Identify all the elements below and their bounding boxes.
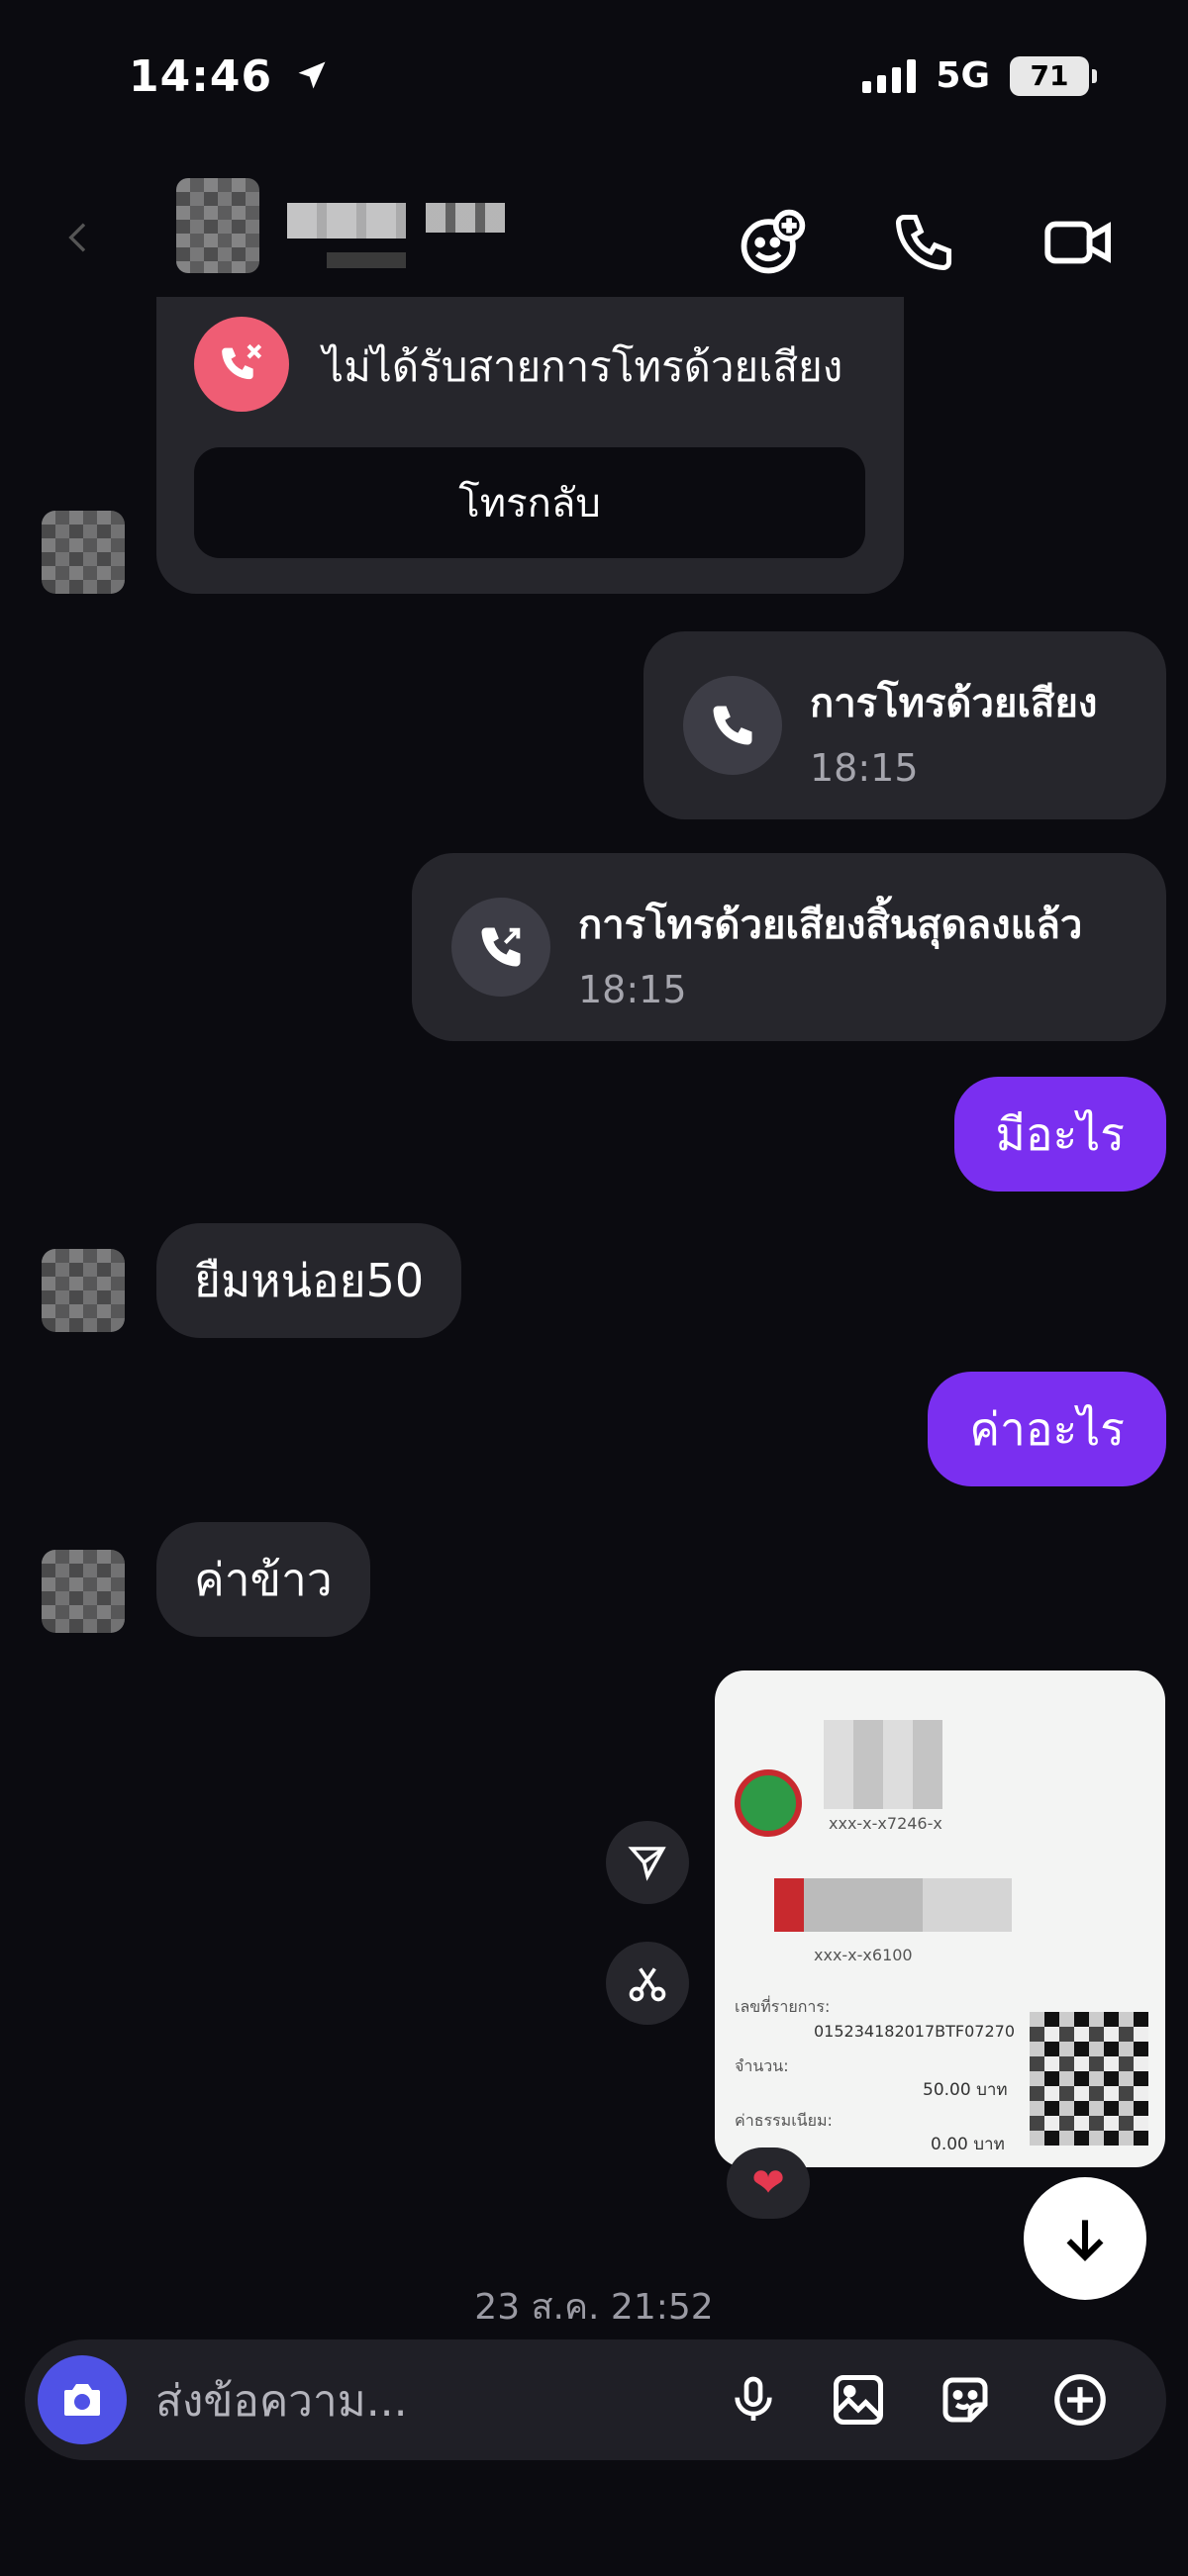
outgoing-message[interactable]: ค่าอะไร — [928, 1372, 1166, 1486]
ref-label: เลขที่รายการ: — [735, 1997, 831, 2016]
sender-avatar[interactable] — [42, 511, 125, 594]
microphone-button[interactable] — [711, 2357, 796, 2442]
outgoing-message[interactable]: มีอะไร — [953, 1077, 1166, 1192]
contact-avatar[interactable] — [176, 178, 259, 273]
contact-name-redacted-2 — [426, 203, 505, 233]
camera-icon — [64, 2384, 100, 2416]
reaction-emoji: ❤ — [751, 2160, 785, 2206]
outgoing-call-icon — [481, 927, 521, 967]
remix-button[interactable] — [606, 1942, 689, 2025]
contact-status-redacted — [327, 252, 406, 268]
network-label: 5G — [936, 55, 990, 96]
battery-icon: 71 — [1010, 55, 1097, 96]
more-button[interactable] — [1038, 2357, 1123, 2442]
add-person-button[interactable] — [733, 203, 812, 282]
missed-call-title: ไม่ได้รับสายการโทรด้วยเสียง — [323, 342, 843, 391]
gallery-button[interactable] — [816, 2357, 901, 2442]
call-back-button[interactable]: โทรกลับ — [194, 447, 865, 558]
message-text: ค่าอะไร — [969, 1401, 1125, 1456]
sticker-icon — [942, 2377, 988, 2423]
ref-value: 015234182017BTF07270 — [814, 2022, 1016, 2041]
status-time: 14:46 — [129, 51, 330, 102]
amount-label: จำนวน: — [735, 2056, 789, 2075]
missed-call-card: ไม่ได้รับสายการโทรด้วยเสียง โทรกลับ — [156, 297, 904, 594]
microphone-icon — [735, 2376, 772, 2421]
incoming-message[interactable]: ยืมหน่อย50 — [156, 1223, 462, 1338]
call-back-label: โทรกลับ — [458, 481, 601, 526]
call-icon-circle — [683, 676, 782, 775]
call-icon-circle — [451, 898, 550, 997]
call-ended-card[interactable]: การโทรด้วยเสียงสิ้นสุดลงแล้ว 18:15 — [412, 853, 1166, 1041]
message-text: มีอะไร — [995, 1106, 1126, 1161]
message-text: ยืมหน่อย50 — [194, 1253, 425, 1307]
call-ended-title: การโทรด้วยเสียงสิ้นสุดลงแล้ว — [578, 903, 1083, 948]
missed-call-icon — [194, 317, 289, 412]
account-number-1: xxx-x-x7246-x — [829, 1814, 942, 1833]
fee-label: ค่าธรรมเนียม: — [735, 2111, 833, 2130]
message-input[interactable] — [153, 2365, 692, 2436]
incoming-message[interactable]: ค่าข้าว — [156, 1522, 370, 1637]
redacted-qr — [1030, 2012, 1148, 2146]
video-call-button[interactable] — [1040, 203, 1119, 282]
message-text: ค่าข้าว — [194, 1552, 333, 1606]
voice-call-title: การโทรด้วยเสียง — [810, 681, 1098, 726]
redacted-name — [824, 1720, 942, 1809]
scissors-icon — [629, 1967, 666, 2002]
signal-icon — [862, 58, 917, 93]
receipt-image[interactable]: xxx-x-x7246-x xxx-x-x6100 เลขที่รายการ: … — [715, 1670, 1165, 2167]
plus-icon — [1054, 2374, 1106, 2426]
gallery-icon — [834, 2375, 883, 2425]
location-arrow-icon — [298, 61, 326, 89]
voice-call-button[interactable] — [884, 203, 963, 282]
call-ended-time: 18:15 — [578, 968, 687, 1011]
video-icon — [1044, 221, 1111, 264]
contact-name-redacted[interactable] — [287, 203, 406, 239]
arrow-down-icon — [1066, 2220, 1104, 2261]
redacted-recipient — [774, 1878, 1012, 1932]
forward-button[interactable] — [606, 1821, 689, 1904]
forward-icon — [628, 1847, 666, 1881]
heart-reaction[interactable]: ❤ — [727, 2147, 810, 2219]
voice-call-card[interactable]: การโทรด้วยเสียง 18:15 — [644, 631, 1166, 819]
fee-value: 0.00 บาท — [931, 2135, 1005, 2154]
phone-icon — [895, 214, 952, 271]
back-icon[interactable] — [59, 218, 99, 257]
date-stamp: 23 ส.ค. 21:52 — [474, 2287, 714, 2328]
phone-icon — [713, 706, 752, 745]
add-person-icon — [741, 209, 806, 274]
amount-value: 50.00 บาท — [923, 2080, 1008, 2100]
status-indicators: 5G 71 — [862, 55, 1097, 96]
sender-avatar[interactable] — [42, 1249, 125, 1332]
voice-call-time: 18:15 — [810, 746, 919, 790]
bank-logo-icon — [735, 1769, 802, 1837]
sender-avatar[interactable] — [42, 1550, 125, 1633]
sticker-button[interactable] — [923, 2357, 1008, 2442]
account-number-2: xxx-x-x6100 — [814, 1946, 913, 1964]
camera-button[interactable] — [38, 2355, 127, 2444]
